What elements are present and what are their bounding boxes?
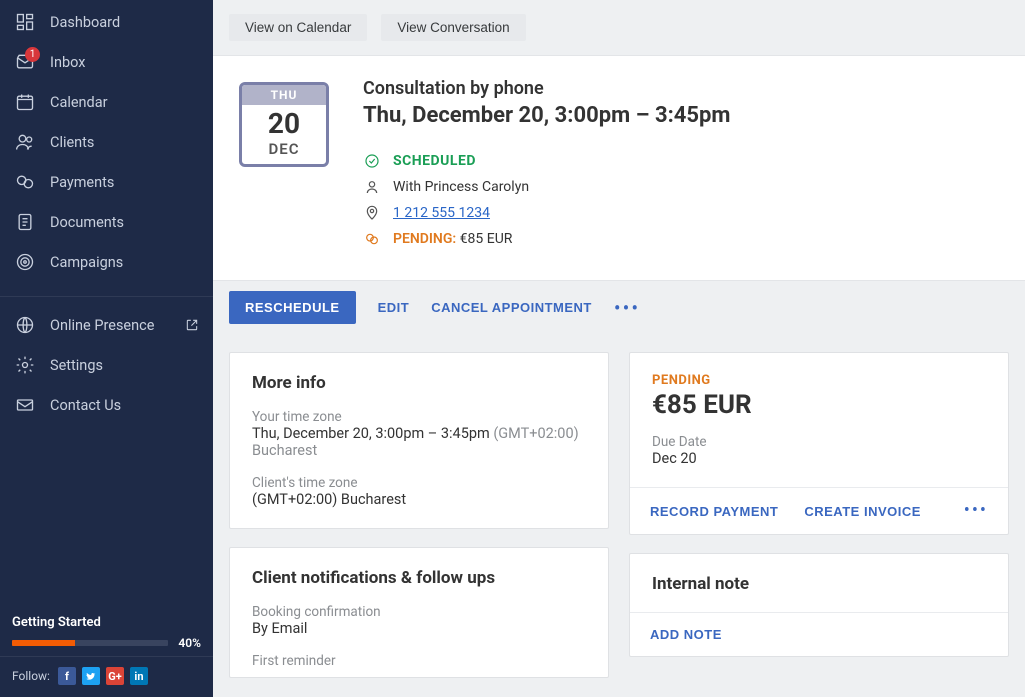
date-card-dow: THU [242, 85, 326, 105]
sidebar-item-online-presence[interactable]: Online Presence [0, 305, 213, 345]
inbox-icon: 1 [14, 51, 36, 73]
record-payment-button[interactable]: RECORD PAYMENT [650, 504, 778, 519]
sidebar-item-label: Documents [50, 214, 199, 231]
linkedin-icon[interactable]: in [130, 667, 148, 685]
sidebar-item-contact-us[interactable]: Contact Us [0, 385, 213, 425]
add-note-button[interactable]: ADD NOTE [650, 627, 722, 642]
notifications-card: Client notifications & follow ups Bookin… [229, 547, 609, 678]
date-card-day: 20 [242, 105, 326, 140]
payment-more-icon[interactable]: ••• [964, 502, 988, 520]
your-tz-label: Your time zone [252, 409, 586, 425]
campaigns-icon [14, 251, 36, 273]
sidebar-section-main: Dashboard 1 Inbox Calendar Clients Payme… [0, 0, 213, 292]
clients-icon [14, 131, 36, 153]
getting-started-widget[interactable]: Getting Started 40% [0, 605, 213, 656]
booking-confirmation-value: By Email [252, 620, 586, 637]
with-row: With Princess Carolyn [363, 174, 730, 200]
payments-icon [14, 171, 36, 193]
dashboard-icon [14, 11, 36, 33]
edit-button[interactable]: EDIT [378, 300, 410, 315]
appointment-title: Consultation by phone [363, 78, 730, 99]
more-info-card: More info Your time zone Thu, December 2… [229, 352, 609, 529]
sidebar-item-label: Campaigns [50, 254, 199, 271]
phone-row: 1 212 555 1234 [363, 200, 730, 226]
view-conversation-button[interactable]: View Conversation [381, 14, 525, 41]
external-link-icon [185, 318, 199, 332]
sidebar-item-label: Inbox [50, 54, 199, 71]
client-tz-label: Client's time zone [252, 475, 586, 491]
sidebar-item-inbox[interactable]: 1 Inbox [0, 42, 213, 82]
cancel-appointment-button[interactable]: CANCEL APPOINTMENT [431, 300, 592, 315]
payment-status: PENDING [652, 373, 986, 388]
create-invoice-button[interactable]: CREATE INVOICE [804, 504, 921, 519]
settings-icon [14, 354, 36, 376]
calendar-icon [14, 91, 36, 113]
person-icon [363, 178, 381, 196]
payment-due-label: Due Date [652, 434, 986, 450]
internal-note-card: Internal note ADD NOTE [629, 553, 1009, 657]
getting-started-pct: 40% [178, 636, 201, 650]
internal-note-title: Internal note [630, 554, 1008, 612]
topbar: View on Calendar View Conversation [213, 0, 1025, 55]
sidebar-item-documents[interactable]: Documents [0, 202, 213, 242]
client-tz-zone: (GMT+02:00) Bucharest [252, 491, 586, 508]
google-plus-icon[interactable]: G+ [106, 667, 124, 685]
with-label: With Princess Carolyn [393, 179, 529, 195]
appointment-hero: THU 20 DEC Consultation by phone Thu, De… [213, 55, 1025, 280]
your-tz-time: Thu, December 20, 3:00pm – 3:45pm [252, 425, 490, 442]
pending-row: PENDING: €85 EUR [363, 226, 730, 252]
sidebar: Dashboard 1 Inbox Calendar Clients Payme… [0, 0, 213, 697]
sidebar-item-label: Online Presence [50, 317, 185, 334]
sidebar-item-payments[interactable]: Payments [0, 162, 213, 202]
mail-icon [14, 394, 36, 416]
sidebar-item-label: Settings [50, 357, 199, 374]
pending-label: PENDING: [393, 231, 456, 247]
action-bar: RESCHEDULE EDIT CANCEL APPOINTMENT ••• [213, 280, 1025, 334]
check-circle-icon [363, 152, 381, 170]
payment-due-value: Dec 20 [652, 450, 986, 467]
date-card: THU 20 DEC [239, 82, 329, 167]
twitter-icon[interactable] [82, 667, 100, 685]
sidebar-item-label: Calendar [50, 94, 199, 111]
more-actions-icon[interactable]: ••• [614, 298, 640, 318]
sidebar-item-campaigns[interactable]: Campaigns [0, 242, 213, 282]
coins-icon [363, 230, 381, 248]
sidebar-section-secondary: Online Presence Settings Contact Us [0, 296, 213, 435]
payment-card: PENDING €85 EUR Due Date Dec 20 RECORD P… [629, 352, 1009, 535]
first-reminder-label: First reminder [252, 653, 586, 669]
booking-confirmation-label: Booking confirmation [252, 604, 586, 620]
main-content: View on Calendar View Conversation THU 2… [213, 0, 1025, 697]
globe-icon [14, 314, 36, 336]
appointment-time: Thu, December 20, 3:00pm – 3:45pm [363, 103, 730, 128]
inbox-badge: 1 [25, 47, 40, 62]
more-info-title: More info [252, 373, 586, 393]
sidebar-item-clients[interactable]: Clients [0, 122, 213, 162]
pending-amount: €85 EUR [460, 231, 513, 247]
sidebar-item-label: Dashboard [50, 14, 199, 31]
getting-started-title: Getting Started [12, 615, 201, 630]
facebook-icon[interactable]: f [58, 667, 76, 685]
sidebar-item-label: Contact Us [50, 397, 199, 414]
sidebar-item-settings[interactable]: Settings [0, 345, 213, 385]
sidebar-item-calendar[interactable]: Calendar [0, 82, 213, 122]
view-on-calendar-button[interactable]: View on Calendar [229, 14, 367, 41]
status-row: SCHEDULED [363, 148, 730, 174]
sidebar-item-label: Clients [50, 134, 199, 151]
documents-icon [14, 211, 36, 233]
reschedule-button[interactable]: RESCHEDULE [229, 291, 356, 324]
follow-row: Follow: f G+ in [0, 656, 213, 697]
follow-label: Follow: [12, 669, 50, 683]
notifications-title: Client notifications & follow ups [252, 568, 586, 588]
payment-amount: €85 EUR [652, 390, 986, 420]
date-card-month: DEC [242, 140, 326, 164]
getting-started-progress [12, 640, 168, 646]
location-icon [363, 204, 381, 222]
sidebar-item-label: Payments [50, 174, 199, 191]
status-label: SCHEDULED [393, 153, 476, 169]
phone-link[interactable]: 1 212 555 1234 [393, 205, 490, 221]
sidebar-item-dashboard[interactable]: Dashboard [0, 2, 213, 42]
